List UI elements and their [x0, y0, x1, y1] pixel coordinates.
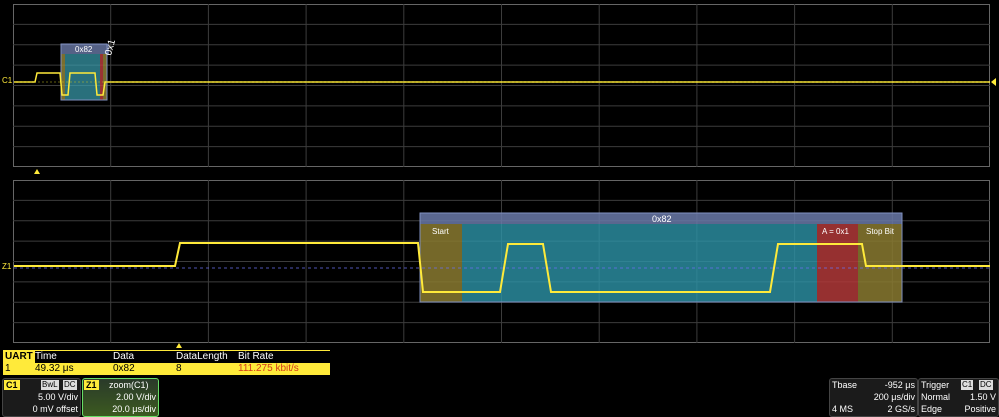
trigger-level: 1.50 V: [969, 392, 996, 402]
c1-descriptor[interactable]: C1 BwL DC 5.00 V/div 0 mV offset: [2, 378, 81, 417]
row-index: 1: [5, 363, 11, 374]
z1-label: Z1: [84, 380, 99, 390]
z1-tdiv: 20.0 μs/div: [112, 404, 156, 414]
trigger-ch: C1: [961, 380, 974, 390]
col-time: Time: [35, 351, 57, 362]
zoom-decode-label: 0x82: [652, 214, 672, 224]
z1-vdiv: 2.00 V/div: [115, 392, 156, 402]
uart-tag[interactable]: UART: [3, 351, 35, 363]
trigger-type: Edge: [921, 404, 943, 414]
z1-marker: Z1: [2, 262, 12, 271]
decode-table[interactable]: UART Time Data DataLength Bit Rate 1 49.…: [3, 350, 330, 375]
zoom-start-label: Start: [432, 227, 450, 236]
tbase-ms: 4 MS: [832, 404, 854, 414]
c1-marker: C1: [2, 76, 13, 85]
col-bitrate: Bit Rate: [238, 351, 274, 362]
row-data: 0x82: [113, 363, 135, 374]
col-datalength: DataLength: [176, 351, 228, 362]
level-marker-right: [991, 78, 996, 86]
c1-dc: DC: [63, 380, 77, 390]
c1-bwl: BwL: [41, 380, 59, 390]
timebase-descriptor[interactable]: Tbase -952 μs 200 μs/div 4 MS 2 GS/s: [829, 378, 918, 417]
trigger-label: Trigger: [921, 380, 950, 390]
trigger-marker-zoom: [176, 343, 182, 348]
c1-vdiv: 5.00 V/div: [37, 392, 78, 402]
z1-title: zoom(C1): [109, 380, 149, 390]
zoom-stop-label: Stop Bit: [866, 227, 895, 236]
top-decode-rot-label: 0x1: [103, 38, 118, 57]
trigger-slope: Positive: [964, 404, 996, 414]
trigger-descriptor[interactable]: Trigger C1 DC Normal 1.50 V Edge Positiv…: [918, 378, 999, 417]
trigger-marker-top: [34, 169, 40, 174]
tbase-tdiv: 200 μs/div: [873, 392, 915, 402]
c1-label: C1: [4, 380, 20, 390]
trigger-dc: DC: [979, 380, 993, 390]
top-decode-label: 0x82: [75, 45, 93, 54]
table-row[interactable]: 1 49.32 μs 0x82 8 111.275 kbit/s: [3, 363, 330, 375]
c1-offset: 0 mV offset: [32, 404, 78, 414]
col-data: Data: [113, 351, 135, 362]
row-length: 8: [176, 363, 182, 374]
zoom-parity-label: A = 0x1: [822, 227, 849, 236]
tbase-rate: 2 GS/s: [887, 404, 915, 414]
table-header: UART Time Data DataLength Bit Rate: [3, 350, 330, 364]
row-time: 49.32 μs: [35, 363, 74, 374]
zoom-decode-data: [462, 224, 817, 302]
tbase-value: -952 μs: [884, 380, 915, 390]
z1-descriptor[interactable]: Z1 zoom(C1) 2.00 V/div 20.0 μs/div: [82, 378, 159, 417]
row-bitrate: 111.275 kbit/s: [238, 363, 299, 374]
tbase-label: Tbase: [832, 380, 858, 390]
trigger-mode: Normal: [921, 392, 951, 402]
